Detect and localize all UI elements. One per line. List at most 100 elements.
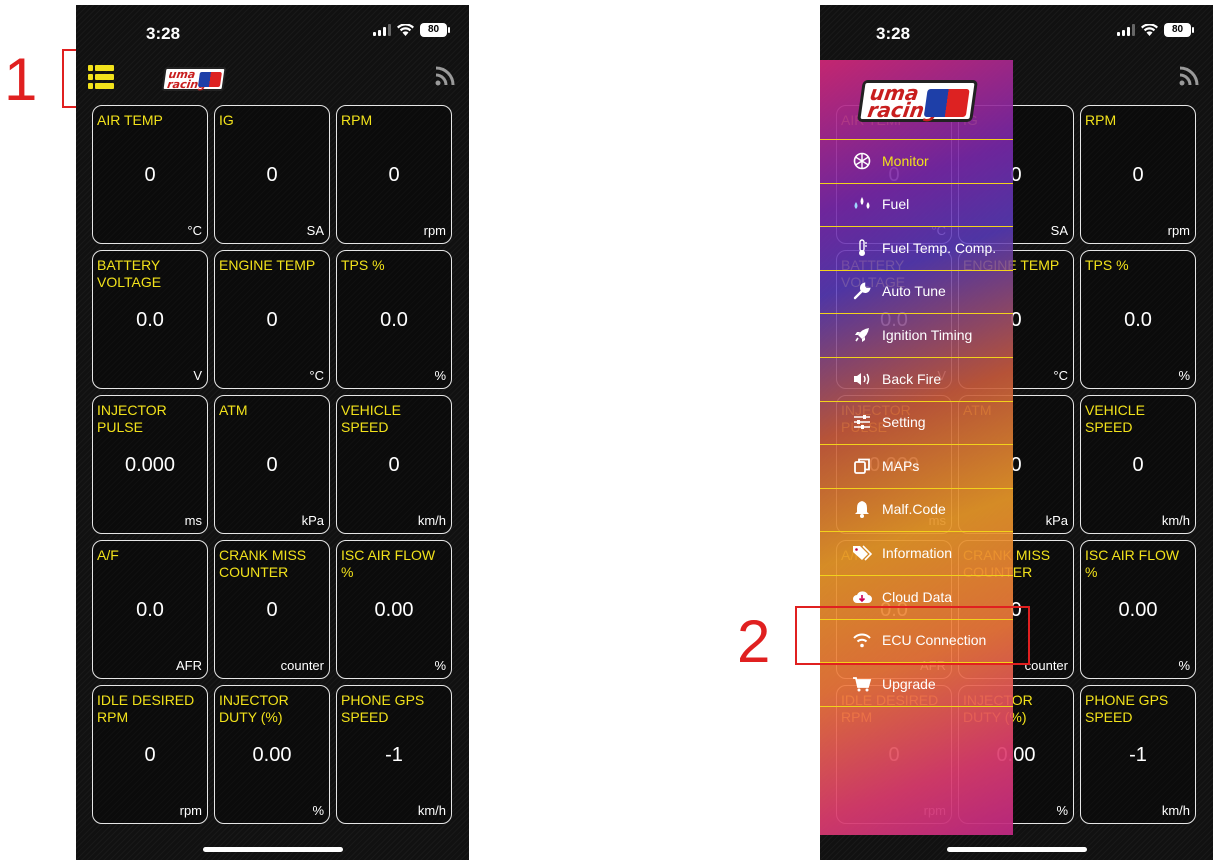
gauge-value: 0.0: [380, 309, 408, 331]
gauge-tile[interactable]: TPS % 0.0%: [1080, 250, 1196, 389]
menu-item-fuel-temp-comp[interactable]: Fuel Temp. Comp.: [820, 226, 1013, 269]
logo-flag: [197, 72, 222, 87]
gauge-label: VEHICLE SPEED: [341, 402, 401, 435]
phone-screen-monitor: 3:28 80 uma racing AIR TEMP 0 °C IG 0 SA…: [76, 5, 469, 860]
gauge-tile[interactable]: VEHICLE SPEED 0 km/h: [1080, 395, 1196, 534]
gauge-unit: SA: [306, 223, 324, 238]
menu-item-fuel[interactable]: Fuel: [820, 183, 1013, 226]
status-bar: 3:28 80: [820, 5, 1213, 55]
menu-item-malf-code[interactable]: Malf.Code: [820, 488, 1013, 531]
gauge-unit: °C: [1053, 368, 1068, 383]
gauge-unit: km/h: [417, 513, 446, 528]
gauge-unit: km/h: [1161, 803, 1190, 818]
step-1-label: 1: [4, 46, 38, 113]
side-menu-drawer: uma racing Monitor Fuel Fuel Temp. Comp. Au…: [820, 60, 1013, 835]
gauge-label: IG: [219, 112, 234, 128]
gauge-label: PHONE GPS SPEED: [1085, 692, 1169, 725]
uma-racing-logo: uma racing: [161, 67, 227, 91]
gauge-tile[interactable]: ISC AIR FLOW % 0.00%: [1080, 540, 1196, 679]
gauge-unit: counter: [280, 658, 324, 673]
gauge-tile[interactable]: VEHICLE SPEED 0 km/h: [336, 395, 452, 534]
gauge-tile[interactable]: IG 0 SA: [214, 105, 330, 244]
gauge-tile[interactable]: RPM 0 rpm: [1080, 105, 1196, 244]
menu-item-upgrade[interactable]: Upgrade: [820, 662, 1013, 705]
phone-screen-menu-open: 3:28 80 AIR TEMP0°CIG0SARPM0rpmBATTERY V…: [820, 5, 1213, 860]
gauge-tile[interactable]: BATTERY VOLTAGE 0.0 V: [92, 250, 208, 389]
gauge-tile[interactable]: TPS % 0.0%: [336, 250, 452, 389]
gauge-label: TPS %: [341, 257, 385, 273]
menu-item-label: Fuel Temp. Comp.: [882, 239, 997, 256]
home-indicator: [202, 847, 343, 852]
menu-item-information[interactable]: Information: [820, 531, 1013, 574]
gauge-unit: V: [193, 368, 202, 383]
gauge-value: 0.0: [1124, 309, 1152, 331]
gauge-value: 0: [1132, 164, 1144, 186]
connection-feed-icon[interactable]: [1179, 66, 1199, 91]
gauge-label: VEHICLE SPEED: [1085, 402, 1145, 435]
connection-feed-icon[interactable]: [435, 66, 455, 91]
monitor-icon: [851, 152, 873, 170]
gauge-label: INJECTOR DUTY (%): [219, 692, 289, 725]
step-2-label: 2: [737, 608, 771, 675]
gauge-value: -1: [1129, 744, 1147, 766]
menu-item-monitor[interactable]: Monitor: [820, 139, 1013, 182]
gauge-label: IDLE DESIRED RPM: [97, 692, 195, 725]
gauge-unit: km/h: [1161, 513, 1190, 528]
wifi-status-icon: [397, 24, 414, 36]
gauge-tile[interactable]: INJECTOR PULSE 0.000 ms: [92, 395, 208, 534]
home-indicator: [946, 847, 1087, 852]
rocket-icon: [851, 326, 873, 344]
menu-item-label: MAPs: [882, 457, 920, 474]
gauge-tile[interactable]: ATM 0 kPa: [214, 395, 330, 534]
menu-divider: [820, 705, 1013, 707]
gauge-unit: %: [1178, 368, 1190, 383]
menu-item-label: Malf.Code: [882, 501, 946, 518]
battery-icon: 80: [1164, 23, 1194, 37]
menu-item-setting[interactable]: Setting: [820, 401, 1013, 444]
gauge-unit: %: [434, 368, 446, 383]
status-bar: 3:28 80: [76, 5, 469, 55]
battery-icon: 80: [420, 23, 450, 37]
menu-item-back-fire[interactable]: Back Fire: [820, 357, 1013, 400]
gauge-value: 0: [266, 164, 278, 186]
gauge-tile[interactable]: ENGINE TEMP 0 °C: [214, 250, 330, 389]
cart-icon: [851, 675, 873, 693]
gauge-tile[interactable]: AIR TEMP 0 °C: [92, 105, 208, 244]
menu-item-auto-tune[interactable]: Auto Tune: [820, 270, 1013, 313]
gauge-value: 0.00: [374, 599, 414, 621]
gauge-value: 0.0: [136, 599, 164, 621]
gauge-label: CRANK MISS COUNTER: [219, 547, 307, 580]
gauge-label: ISC AIR FLOW %: [1085, 547, 1180, 580]
speaker-icon: [851, 370, 873, 388]
wifi-status-icon: [1141, 24, 1158, 36]
gauge-tile[interactable]: PHONE GPS SPEED -1 km/h: [336, 685, 452, 824]
gauge-unit: %: [312, 803, 324, 818]
tutorial-stage: 1 2 3:28 80 uma racing AIR TEMP 0 °C IG …: [0, 0, 1213, 863]
menu-list-icon[interactable]: [88, 65, 114, 89]
gauge-value: 0: [1132, 454, 1144, 476]
gauge-tile[interactable]: ISC AIR FLOW % 0.00%: [336, 540, 452, 679]
fuel-drops-icon: [851, 195, 873, 213]
gauge-tile[interactable]: PHONE GPS SPEED -1 km/h: [1080, 685, 1196, 824]
gauge-value: 0: [266, 309, 278, 331]
gauge-value: 0.000: [124, 454, 176, 476]
menu-item-label: Cloud Data: [882, 588, 953, 605]
menu-item-label: Auto Tune: [882, 283, 946, 300]
uma-racing-logo: uma racing: [857, 80, 978, 122]
gauge-unit: rpm: [179, 803, 202, 818]
gauge-unit: counter: [1024, 658, 1068, 673]
status-icons: 80: [373, 23, 450, 37]
app-header: uma racing: [76, 60, 469, 100]
gauge-unit: km/h: [417, 803, 446, 818]
menu-item-label: Information: [882, 544, 953, 561]
gauge-value: 0: [144, 164, 156, 186]
gauge-tile[interactable]: INJECTOR DUTY (%) 0.00%: [214, 685, 330, 824]
menu-item-maps[interactable]: MAPs: [820, 444, 1013, 487]
menu-item-label: Ignition Timing: [882, 326, 973, 343]
gauge-tile[interactable]: RPM 0 rpm: [336, 105, 452, 244]
gauge-tile[interactable]: CRANK MISS COUNTER 0 counter: [214, 540, 330, 679]
gauge-value: 0: [266, 454, 278, 476]
gauge-tile[interactable]: IDLE DESIRED RPM 0 rpm: [92, 685, 208, 824]
menu-item-ignition-timing[interactable]: Ignition Timing: [820, 313, 1013, 356]
gauge-tile[interactable]: A/F 0.0 AFR: [92, 540, 208, 679]
